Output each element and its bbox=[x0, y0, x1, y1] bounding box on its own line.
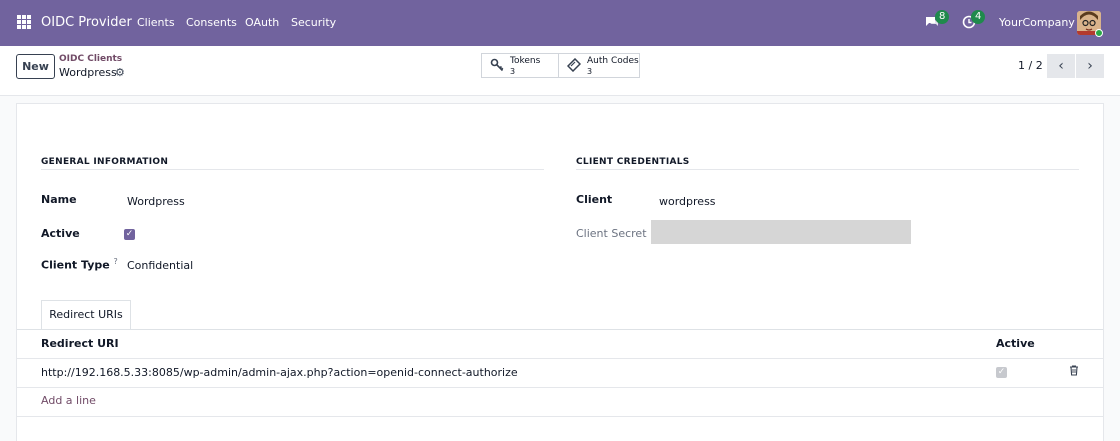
client-type-label: Client Type ? bbox=[41, 257, 118, 272]
ticket-icon bbox=[567, 58, 581, 72]
client-secret-label: Client Secret bbox=[576, 227, 647, 240]
add-line-divider bbox=[17, 416, 1103, 417]
redirect-uri-cell[interactable]: http://192.168.5.33:8085/wp-admin/admin-… bbox=[41, 366, 518, 379]
row-divider bbox=[17, 387, 1103, 388]
client-type-field[interactable]: Confidential bbox=[127, 259, 193, 272]
messages-badge: 8 bbox=[935, 10, 950, 24]
app-title[interactable]: OIDC Provider bbox=[41, 15, 132, 30]
client-id-field[interactable]: wordpress bbox=[659, 195, 716, 208]
pager-previous-button[interactable]: ‹ bbox=[1047, 54, 1075, 78]
tokens-label: Tokens bbox=[510, 56, 541, 66]
messages-button[interactable]: 8 bbox=[925, 10, 950, 32]
add-line-link[interactable]: Add a line bbox=[41, 394, 96, 407]
tokens-count: 3 bbox=[510, 67, 516, 76]
name-field[interactable]: Wordpress bbox=[127, 195, 185, 208]
general-information-title: GENERAL INFORMATION bbox=[41, 157, 169, 167]
help-icon[interactable]: ? bbox=[114, 257, 118, 266]
activities-button[interactable]: 4 bbox=[962, 10, 986, 32]
trash-icon[interactable] bbox=[1069, 365, 1079, 379]
menu-oauth[interactable]: OAuth bbox=[245, 16, 279, 29]
tab-divider bbox=[17, 329, 1103, 330]
client-secret-field[interactable] bbox=[651, 220, 911, 244]
client-credentials-title: CLIENT CREDENTIALS bbox=[576, 157, 690, 167]
top-navbar: OIDC Provider Clients Consents OAuth Sec… bbox=[0, 0, 1120, 46]
active-label: Active bbox=[41, 227, 80, 240]
breadcrumb-current: Wordpress bbox=[59, 66, 117, 79]
menu-security[interactable]: Security bbox=[291, 16, 336, 29]
client-type-label-text: Client Type bbox=[41, 258, 110, 272]
breadcrumb-parent[interactable]: OIDC Clients bbox=[59, 54, 122, 64]
credentials-divider bbox=[576, 169, 1079, 170]
pager-value[interactable]: 1 / 2 bbox=[1018, 59, 1043, 72]
new-button[interactable]: New bbox=[16, 54, 55, 79]
tab-redirect-uris[interactable]: Redirect URIs bbox=[41, 300, 131, 330]
header-divider bbox=[17, 358, 1103, 359]
column-header-redirect-uri[interactable]: Redirect URI bbox=[41, 337, 119, 350]
name-label: Name bbox=[41, 193, 77, 206]
menu-consents[interactable]: Consents bbox=[186, 16, 237, 29]
column-header-active[interactable]: Active bbox=[996, 337, 1035, 350]
active-checkbox[interactable]: ✓ bbox=[124, 229, 135, 240]
general-divider bbox=[41, 169, 544, 170]
menu-clients[interactable]: Clients bbox=[137, 16, 175, 29]
online-status-icon bbox=[1095, 29, 1103, 37]
row-active-checkbox: ✓ bbox=[996, 367, 1007, 378]
activities-badge: 4 bbox=[971, 10, 986, 24]
tokens-stat-button[interactable]: Tokens 3 bbox=[481, 53, 559, 78]
pager-next-button[interactable]: › bbox=[1076, 54, 1104, 78]
chevron-right-icon: › bbox=[1087, 58, 1093, 74]
auth-codes-label: Auth Codes bbox=[587, 56, 639, 66]
client-label: Client bbox=[576, 193, 613, 206]
auth-codes-count: 3 bbox=[587, 67, 593, 76]
apps-grid-icon[interactable] bbox=[17, 15, 31, 29]
company-switcher[interactable]: YourCompany bbox=[999, 16, 1075, 29]
control-panel: New OIDC Clients Wordpress ⚙ Tokens 3 Au… bbox=[0, 46, 1120, 96]
gear-icon[interactable]: ⚙ bbox=[115, 66, 125, 79]
chevron-left-icon: ‹ bbox=[1058, 58, 1064, 74]
form-sheet: GENERAL INFORMATION CLIENT CREDENTIALS N… bbox=[16, 103, 1104, 441]
key-icon bbox=[490, 58, 504, 72]
auth-codes-stat-button[interactable]: Auth Codes 3 bbox=[558, 53, 640, 78]
